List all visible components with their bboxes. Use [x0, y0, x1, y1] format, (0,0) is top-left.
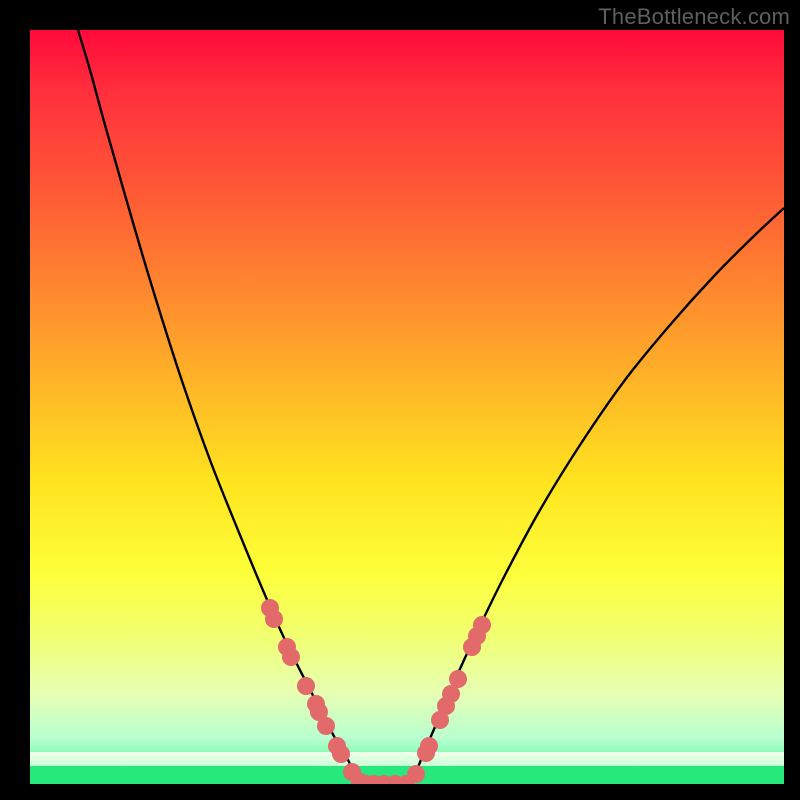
- plot-area: [30, 30, 784, 784]
- data-dot: [282, 648, 300, 666]
- data-dot: [332, 745, 350, 763]
- curve-layer: [30, 30, 784, 784]
- data-dot: [473, 616, 491, 634]
- data-dot: [449, 670, 467, 688]
- data-dot: [420, 737, 438, 755]
- data-dots: [261, 599, 491, 784]
- data-dot: [297, 677, 315, 695]
- chart-frame: TheBottleneck.com: [0, 0, 800, 800]
- data-dot: [407, 765, 425, 783]
- data-dot: [317, 717, 335, 735]
- watermark-text: TheBottleneck.com: [598, 4, 790, 30]
- left-curve: [78, 30, 360, 784]
- right-curve: [410, 208, 784, 784]
- data-dot: [265, 610, 283, 628]
